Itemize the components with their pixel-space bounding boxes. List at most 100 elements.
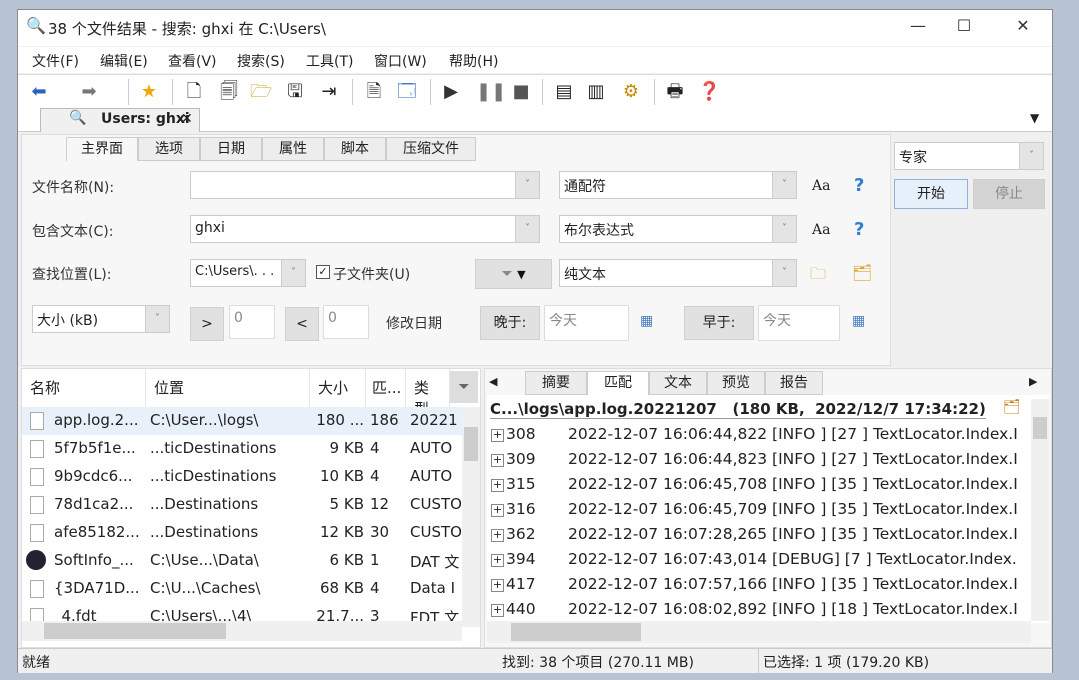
tab-scroll-right-icon[interactable]: ▶ bbox=[1029, 375, 1037, 388]
browse-folder-icon[interactable]: 🗀 bbox=[810, 263, 826, 290]
size-field-select[interactable]: 大小 (kB) ˅ bbox=[32, 305, 170, 333]
table-row[interactable]: app.log.2... C:\User...\logs\ 180 ... 186 20… bbox=[22, 407, 462, 435]
after-button[interactable]: 晚于: bbox=[480, 306, 540, 340]
location-mode-select[interactable]: 纯文本 ˅ bbox=[559, 259, 797, 287]
filename-input[interactable]: ˅ bbox=[190, 171, 540, 199]
scroll-thumb[interactable] bbox=[1033, 417, 1047, 439]
match-line[interactable]: +316 2022-12-07 16:06:45,709 [INFO ] [35 … bbox=[491, 500, 1021, 525]
tab-date[interactable]: 日期 bbox=[200, 137, 262, 161]
export-icon[interactable]: ⇥ bbox=[318, 80, 340, 104]
table-row[interactable]: afe85182... ...Destinations 12 KB 30 CUSTO bbox=[22, 519, 462, 547]
menu-search[interactable]: 搜索(S) bbox=[237, 51, 285, 71]
open-file-icon[interactable]: 🗂 bbox=[1003, 399, 1021, 415]
layout-icon[interactable]: ▤ bbox=[553, 80, 575, 104]
start-button[interactable]: 开始 bbox=[894, 179, 968, 209]
scroll-thumb[interactable] bbox=[44, 623, 226, 639]
preview-icon[interactable]: 🗔 bbox=[396, 80, 418, 104]
calendar-icon[interactable]: ▦ bbox=[640, 313, 653, 329]
min-size-input[interactable]: 0 bbox=[229, 305, 275, 339]
minimize-button[interactable]: — bbox=[903, 16, 933, 40]
column-size[interactable]: 大小 bbox=[310, 369, 366, 407]
save-icon[interactable]: 🖫 bbox=[284, 80, 306, 104]
settings-icon[interactable]: ⚙ bbox=[620, 80, 642, 104]
tab-summary[interactable]: 摘要 bbox=[525, 371, 587, 395]
column-location[interactable]: 位置 bbox=[146, 369, 310, 407]
location-input[interactable]: C:\Users\. . . ˅ bbox=[190, 259, 306, 287]
menu-file[interactable]: 文件(F) bbox=[32, 51, 79, 71]
table-row[interactable]: 5f7b5f1e... ...ticDestinations 9 KB 4 AUTO bbox=[22, 435, 462, 463]
close-tab-icon[interactable]: ✕ bbox=[181, 111, 193, 127]
tab-report[interactable]: 报告 bbox=[765, 371, 823, 395]
menu-tools[interactable]: 工具(T) bbox=[306, 51, 353, 71]
before-button[interactable]: 早于: bbox=[684, 306, 754, 340]
maximize-button[interactable]: ☐ bbox=[949, 16, 979, 40]
match-line[interactable]: +315 2022-12-07 16:06:45,708 [INFO ] [35 … bbox=[491, 475, 1021, 500]
tab-users-ghxi[interactable]: 🔍 Users: ghxi ✕ bbox=[40, 108, 200, 132]
tab-options[interactable]: 选项 bbox=[138, 137, 200, 161]
document-icon[interactable]: 🗎 bbox=[363, 80, 385, 104]
expand-icon[interactable]: + bbox=[491, 504, 504, 517]
max-size-input[interactable]: 0 bbox=[323, 305, 369, 339]
help-icon[interactable]: ? bbox=[854, 219, 864, 240]
tab-script[interactable]: 脚本 bbox=[324, 137, 386, 161]
columns-icon[interactable]: ▥ bbox=[585, 80, 607, 104]
help-book-icon[interactable]: ❓ bbox=[698, 80, 720, 104]
menu-window[interactable]: 窗口(W) bbox=[374, 51, 427, 71]
tab-menu-dropdown[interactable]: ▼ bbox=[1030, 111, 1039, 125]
tab-scroll-left-icon[interactable]: ◀ bbox=[489, 375, 497, 388]
column-matches[interactable]: 匹... bbox=[366, 369, 406, 407]
menu-view[interactable]: 查看(V) bbox=[168, 51, 217, 71]
table-row[interactable]: {3DA71D... C:\U...\Caches\ 68 KB 4 Data I bbox=[22, 575, 462, 603]
calendar-icon[interactable]: ▦ bbox=[852, 313, 865, 329]
match-line[interactable]: +309 2022-12-07 16:06:44,823 [INFO ] [27 … bbox=[491, 450, 1021, 475]
table-row[interactable]: 78d1ca2... ...Destinations 5 KB 12 CUSTO bbox=[22, 491, 462, 519]
help-icon[interactable]: ? bbox=[854, 175, 864, 196]
after-date-input[interactable]: 今天 bbox=[544, 305, 629, 341]
match-line[interactable]: +308 2022-12-07 16:06:44,822 [INFO ] [27 … bbox=[491, 425, 1021, 450]
menu-edit[interactable]: 编辑(E) bbox=[100, 51, 148, 71]
tab-archives[interactable]: 压缩文件 bbox=[386, 137, 476, 161]
match-case-icon[interactable]: Aa bbox=[812, 178, 830, 194]
match-line[interactable]: +417 2022-12-07 16:07:57,166 [INFO ] [35 … bbox=[491, 575, 1021, 600]
copy-icon[interactable]: 🗐 bbox=[218, 80, 240, 104]
tab-attributes[interactable]: 属性 bbox=[262, 137, 324, 161]
subfolders-checkbox[interactable]: ✓ bbox=[316, 265, 330, 279]
multiple-folders-icon[interactable]: 🗂 bbox=[852, 263, 872, 282]
vertical-scrollbar[interactable] bbox=[1031, 399, 1049, 621]
close-button[interactable]: ✕ bbox=[1008, 16, 1038, 40]
play-icon[interactable]: ▶ bbox=[440, 80, 462, 104]
scroll-thumb[interactable] bbox=[464, 427, 478, 461]
tab-preview[interactable]: 预览 bbox=[707, 371, 765, 395]
match-case-icon[interactable]: Aa bbox=[812, 222, 830, 238]
filter-add-icon[interactable]: ⏷ bbox=[450, 371, 478, 403]
stop-icon[interactable]: ■ bbox=[510, 80, 532, 104]
mode-select[interactable]: 专家 ˅ bbox=[894, 142, 1044, 170]
column-name[interactable]: 名称 bbox=[22, 369, 146, 407]
filter-dropdown-button[interactable]: ⏷ ▼ bbox=[475, 259, 552, 289]
print-icon[interactable]: 🖶 bbox=[664, 80, 686, 104]
open-icon[interactable]: 🗁 bbox=[250, 80, 272, 104]
expand-icon[interactable]: + bbox=[491, 604, 504, 617]
expand-icon[interactable]: + bbox=[491, 529, 504, 542]
greater-than-button[interactable]: > bbox=[190, 307, 224, 341]
match-line[interactable]: +362 2022-12-07 16:07:28,265 [INFO ] [35 … bbox=[491, 525, 1021, 550]
back-icon[interactable]: ⬅ bbox=[28, 80, 50, 104]
horizontal-scrollbar[interactable] bbox=[22, 621, 462, 641]
favorite-star-icon[interactable]: ★ bbox=[138, 80, 160, 104]
column-type[interactable]: 类型 bbox=[406, 369, 450, 407]
tab-matches[interactable]: 匹配 bbox=[587, 371, 649, 395]
menu-help[interactable]: 帮助(H) bbox=[449, 51, 498, 71]
forward-icon[interactable]: ➡ bbox=[78, 80, 100, 104]
stop-button[interactable]: 停止 bbox=[973, 179, 1045, 209]
contains-text-input[interactable]: ghxi ˅ bbox=[190, 215, 540, 243]
vertical-scrollbar[interactable] bbox=[462, 407, 480, 627]
scroll-thumb[interactable] bbox=[511, 623, 641, 641]
text-mode-select[interactable]: 布尔表达式 ˅ bbox=[559, 215, 797, 243]
before-date-input[interactable]: 今天 bbox=[758, 305, 840, 341]
expand-icon[interactable]: + bbox=[491, 554, 504, 567]
pause-icon[interactable]: ❚❚ bbox=[476, 80, 506, 104]
match-line[interactable]: +394 2022-12-07 16:07:43,014 [DEBUG] [7 ]… bbox=[491, 550, 1021, 575]
expand-icon[interactable]: + bbox=[491, 429, 504, 442]
table-row[interactable]: 9b9cdc6... ...ticDestinations 10 KB 4 AUTO bbox=[22, 463, 462, 491]
table-row[interactable]: SoftInfo_... C:\Use...\Data\ 6 KB 1 DAT 文 bbox=[22, 547, 462, 575]
